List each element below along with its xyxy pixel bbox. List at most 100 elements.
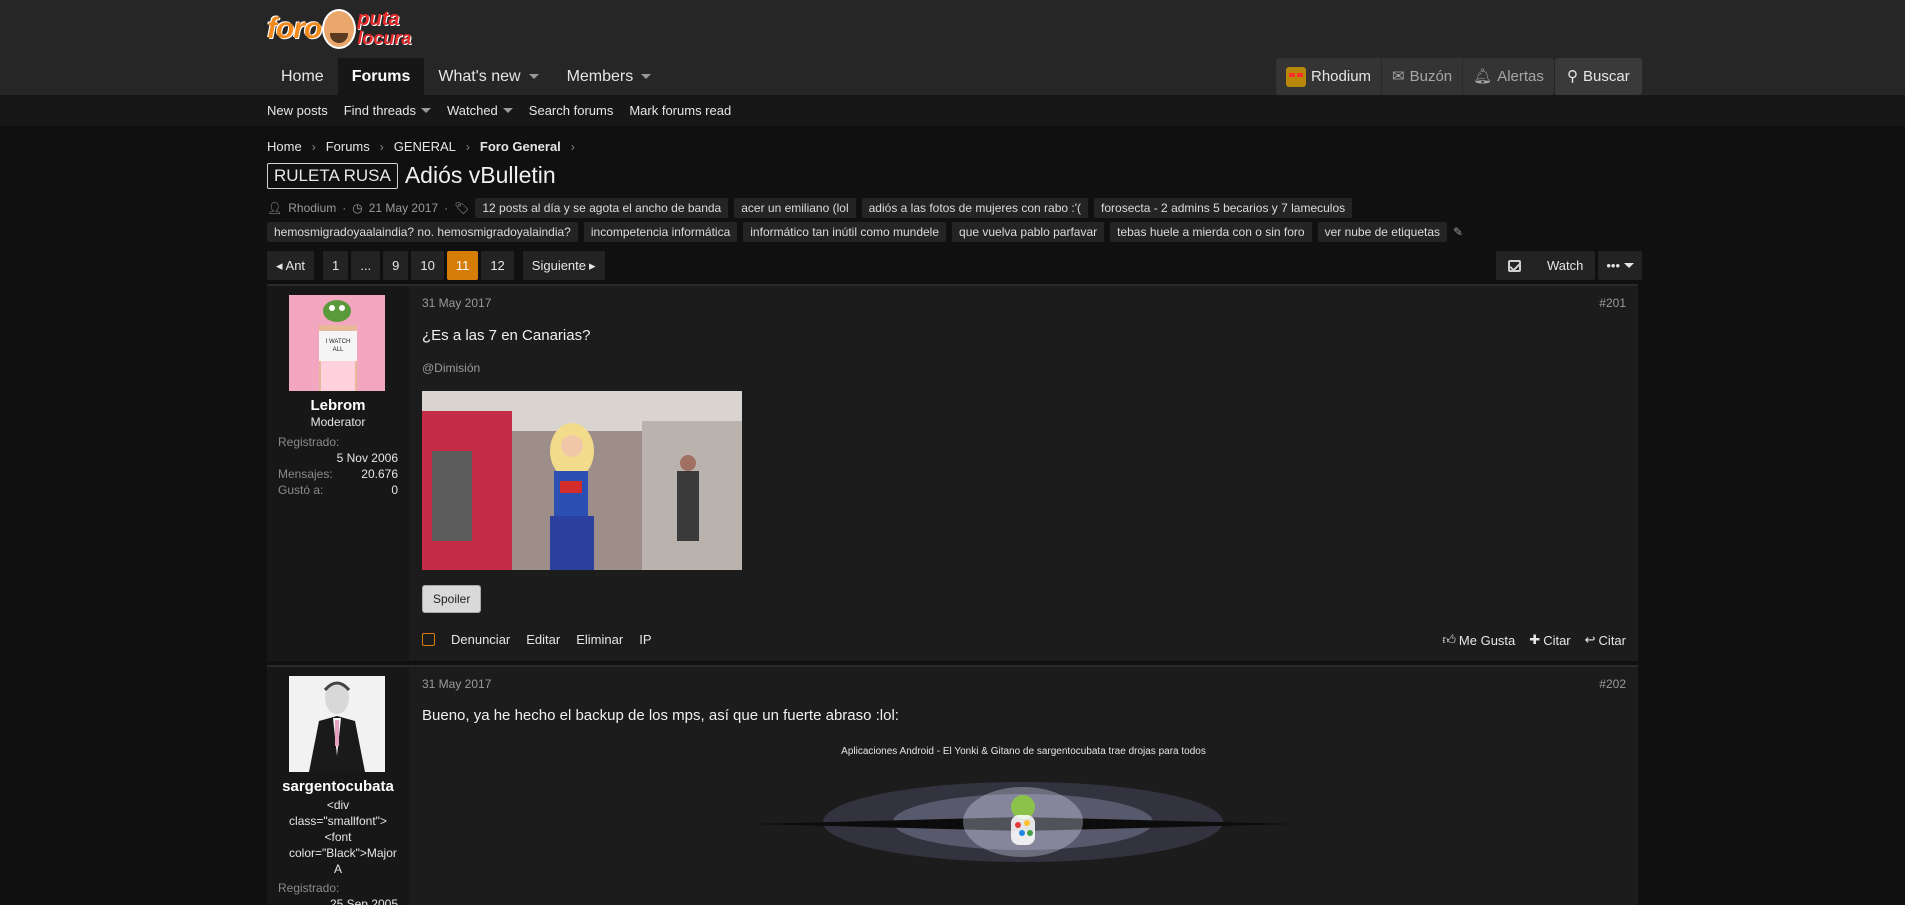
user-nav: Rhodium ✉ Buzón 🔔︎ Alertas (1276, 58, 1554, 95)
tag-cloud-link[interactable]: ver nube de etiquetas (1317, 222, 1447, 242)
find-threads-link[interactable]: Find threads (344, 103, 431, 118)
post-image[interactable] (422, 391, 742, 570)
chevron-down-icon[interactable] (641, 74, 652, 79)
delete-link[interactable]: Eliminar (576, 632, 623, 647)
ip-link[interactable]: IP (639, 632, 651, 647)
account-button[interactable]: Rhodium (1276, 58, 1383, 95)
tag[interactable]: acer un emiliano (lol (734, 198, 856, 218)
multiquote-button[interactable]: ✚ Citar (1529, 632, 1570, 648)
breadcrumb: Home › Forums › GENERAL › Foro General › (267, 139, 575, 154)
avatar[interactable] (289, 676, 385, 772)
thread-date: 21 May 2017 (368, 201, 439, 215)
tab-home[interactable]: Home (267, 58, 338, 95)
page-link[interactable]: 12 (481, 251, 514, 280)
chevron-right-icon: › (379, 139, 384, 154)
tag[interactable]: adiós a las fotos de mujeres con rabo :'… (861, 198, 1089, 218)
thumbs-up-icon: 👍︎ (1442, 632, 1456, 647)
chevron-right-icon: › (311, 139, 316, 154)
new-posts-link[interactable]: New posts (267, 103, 328, 118)
messages-count: 20.676 (361, 467, 398, 481)
registered-label: Registrado: (278, 435, 340, 449)
report-link[interactable]: Denunciar (451, 632, 510, 647)
tag[interactable]: hemosmigradoyaalaindia? no. hemosmigrado… (267, 222, 578, 242)
tag[interactable]: tebas huele a mierda con o sin foro (1110, 222, 1312, 242)
post: I WATCH ALL Lebrom Moderator Registrado:… (267, 284, 1638, 661)
page-link[interactable]: 10 (411, 251, 444, 280)
chevron-down-icon (1624, 263, 1635, 268)
registered-date: 25 Sep 2005 (329, 897, 398, 905)
more-options-button[interactable]: ••• (1598, 251, 1643, 280)
inbox-button[interactable]: ✉ Buzón (1382, 58, 1464, 95)
post-actions-right: 👍︎ Me Gusta ✚ Citar ↩ Citar (1442, 632, 1626, 648)
post-user-panel: I WATCH ALL Lebrom Moderator Registrado:… (267, 286, 409, 661)
post-number[interactable]: #202 (1599, 677, 1626, 691)
tab-forums[interactable]: Forums (337, 58, 425, 95)
tab-whats-new[interactable]: What's new (424, 58, 552, 95)
alerts-button[interactable]: 🔔︎ Alertas (1463, 58, 1554, 95)
chevron-right-icon: › (465, 139, 470, 154)
thread-tools: Watch ••• (1496, 251, 1643, 280)
clock-icon: ◷ (352, 201, 363, 215)
tag[interactable]: forosecta - 2 admins 5 becarios y 7 lame… (1094, 198, 1353, 218)
tag[interactable]: que vuelva pablo parfavar (952, 222, 1105, 242)
registered-label: Registrado: (278, 881, 340, 895)
meta-sep: · (342, 201, 347, 215)
post-date[interactable]: 31 May 2017 (422, 677, 491, 691)
username[interactable]: Lebrom (267, 397, 409, 414)
watch-label: Watch (1547, 258, 1584, 273)
breadcrumb-home[interactable]: Home (267, 139, 302, 154)
next-page-button[interactable]: Siguiente ▸ (522, 251, 605, 280)
breadcrumb-foro-general[interactable]: Foro General (480, 139, 561, 154)
mark-forums-read-link[interactable]: Mark forums read (629, 103, 731, 118)
spoiler-button[interactable]: Spoiler (422, 585, 482, 613)
like-button[interactable]: 👍︎ Me Gusta (1442, 632, 1515, 648)
tab-members-label: Members (566, 68, 634, 85)
user-title: <div class="smallfont"> <font color="Bla… (289, 798, 397, 876)
thread-author[interactable]: Rhodium (288, 201, 336, 215)
chevron-down-icon[interactable] (528, 74, 539, 79)
logo-text-right: puta locura (357, 9, 411, 48)
post: sargentocubata <div class="smallfont"> <… (267, 665, 1638, 905)
page-ellipsis[interactable]: ... (351, 251, 381, 280)
signature-caption: Aplicaciones Android - El Yonki & Gitano… (841, 746, 1206, 757)
prev-page-button[interactable]: ◂ Ant (267, 251, 315, 280)
watch-button[interactable]: Watch (1496, 251, 1596, 280)
breadcrumb-forums[interactable]: Forums (326, 139, 370, 154)
tags-icon: 🏷︎ (454, 201, 470, 215)
post-number[interactable]: #201 (1599, 296, 1626, 310)
registered-date: 5 Nov 2006 (336, 451, 398, 465)
username[interactable]: sargentocubata (267, 778, 409, 795)
user-extra: Registrado: 5 Nov 2006 Mensajes: 20.676 G… (278, 434, 398, 498)
avatar[interactable]: I WATCH ALL (289, 295, 385, 391)
envelope-icon: ✉ (1392, 68, 1405, 85)
search-button[interactable]: ⚲ Buscar (1555, 58, 1642, 95)
search-forums-link[interactable]: Search forums (529, 103, 614, 118)
likes-label: Gustó a: (278, 483, 324, 497)
post-date[interactable]: 31 May 2017 (422, 296, 491, 310)
quote-button[interactable]: ↩ Citar (1585, 632, 1626, 648)
tag[interactable]: incompetencia informática (583, 222, 738, 242)
tag[interactable]: 12 posts al día y se agota el ancho de b… (475, 198, 729, 218)
user-mention[interactable]: @Dimisión (422, 361, 480, 375)
tag[interactable]: informático tan inútil como mundele (743, 222, 947, 242)
chevron-down-icon (420, 108, 431, 113)
main-nav: Home Forums What's new Members (267, 58, 665, 95)
site-logo[interactable]: foro puta locura (267, 6, 411, 52)
svg-text:I WATCH: I WATCH (326, 339, 351, 345)
inbox-label: Buzón (1409, 68, 1453, 85)
prev-label: Ant (285, 258, 306, 273)
select-checkbox[interactable] (422, 633, 435, 646)
site-header: foro puta locura Home Forums What's new … (0, 0, 1905, 95)
thread-prefix[interactable]: RULETA RUSA (267, 162, 398, 189)
signature-image[interactable] (743, 767, 1303, 887)
breadcrumb-general[interactable]: GENERAL (394, 139, 456, 154)
current-page[interactable]: 11 (446, 251, 479, 280)
page-link[interactable]: 9 (383, 251, 409, 280)
edit-link[interactable]: Editar (526, 632, 560, 647)
watched-link[interactable]: Watched (447, 103, 513, 118)
search-icon: ⚲ (1567, 68, 1578, 85)
tab-members[interactable]: Members (553, 58, 666, 95)
page-link[interactable]: 1 (323, 251, 349, 280)
likes-count: 0 (391, 483, 398, 497)
pencil-icon[interactable]: ✎ (1453, 225, 1463, 239)
